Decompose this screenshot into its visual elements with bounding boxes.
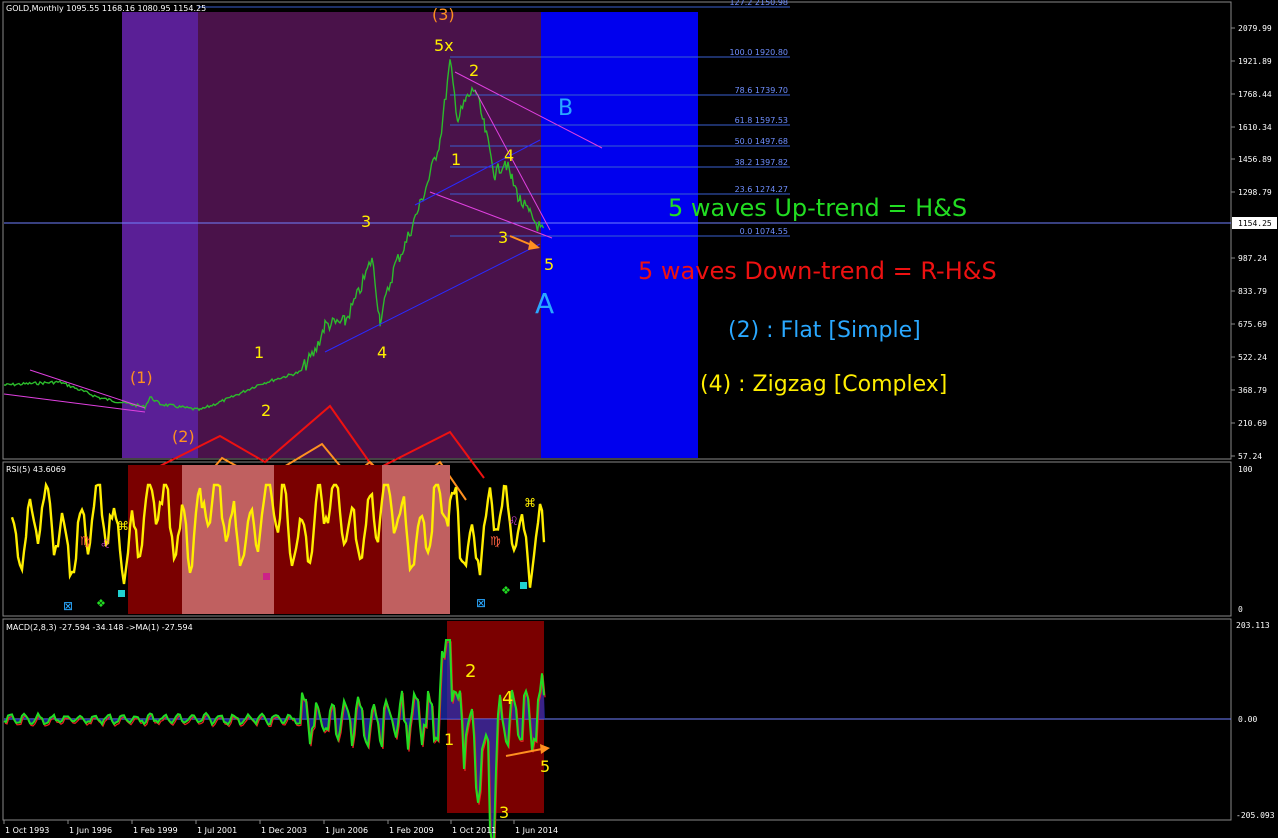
- time-tick-label: 1 Jun 2006: [325, 826, 368, 835]
- price-tick-label: 1456.89: [1238, 155, 1272, 164]
- wave-label-2-paren: (2): [172, 427, 195, 446]
- price-tick-label: 1768.44: [1238, 90, 1272, 99]
- macd-wave-4: 4: [502, 688, 513, 709]
- cyan-square-1: [118, 590, 125, 597]
- wave-label-B: B: [558, 96, 573, 121]
- time-axis: 1 Oct 1993 1 Jun 1996 1 Feb 1999 1 Jul 2001…: [3, 820, 558, 835]
- wave-label-A: A: [535, 287, 554, 320]
- cmd-symbol-2: ⌘: [524, 496, 536, 510]
- price-tick-label: 522.24: [1238, 353, 1267, 362]
- price-tick-label: 675.69: [1238, 320, 1267, 329]
- fib-label: 38.2 1397.82: [735, 158, 788, 167]
- current-price-label: 1154.25: [1238, 219, 1272, 228]
- time-tick-label: 1 Jun 1996: [69, 826, 112, 835]
- macd-wave-3: 3: [499, 803, 509, 822]
- wave-label-4: 4: [377, 343, 387, 362]
- leo-symbol-1: ♌: [100, 537, 111, 551]
- price-tick-label: 1921.89: [1238, 57, 1272, 66]
- price-tick-label: 833.79: [1238, 287, 1267, 296]
- price-axis: 2079.99 1921.89 1768.44 1610.34 1456.89 1298.…: [1231, 24, 1272, 461]
- chart-window: 127.2 2150.98 100.0 1920.80 78.6 1739.70 61…: [2, 0, 1277, 838]
- wave-label-3-paren: (3): [432, 5, 455, 24]
- zone-purple: [122, 12, 198, 458]
- time-tick-label: 1 Oct 1993: [5, 826, 49, 835]
- macd-scale-max: 203.113: [1236, 621, 1270, 630]
- price-tick-label: 2079.99: [1238, 24, 1272, 33]
- macd-scale-min: -205.093: [1236, 811, 1275, 820]
- time-tick-label: 1 Feb 2009: [389, 826, 434, 835]
- time-tick-label: 1 Feb 1999: [133, 826, 178, 835]
- down-wave-label-3: 3: [498, 228, 508, 247]
- fib-label: 127.2 2150.98: [729, 0, 788, 7]
- fib-label: 0.0 1074.55: [740, 227, 788, 236]
- fib-label: 78.6 1739.70: [735, 86, 788, 95]
- down-wave-label-2: 2: [469, 61, 479, 80]
- price-tick-label: 987.24: [1238, 254, 1267, 263]
- annotation-up-trend: 5 waves Up-trend = H&S: [668, 194, 967, 222]
- wave-label-1-paren: (1): [130, 368, 153, 387]
- price-tick-label: 1610.34: [1238, 123, 1272, 132]
- price-tick-label: 368.79: [1238, 386, 1267, 395]
- cmd-symbol-1: ⌘: [117, 519, 129, 533]
- rsi-header: RSI(5) 43.6069: [6, 465, 66, 474]
- time-tick-label: 1 Jul 2001: [197, 826, 237, 835]
- wave-label-3: 3: [361, 212, 371, 231]
- macd-wave-1: 1: [444, 730, 454, 749]
- wave-label-2: 2: [261, 401, 271, 420]
- box-symbol-2: ⊠: [476, 596, 486, 610]
- fib-label: 23.6 1274.27: [735, 185, 788, 194]
- down-wave-label-4: 4: [504, 146, 514, 165]
- zone-blue: [541, 12, 698, 458]
- annotation-zigzag: (4) : Zigzag [Complex]: [700, 372, 947, 397]
- main-header: GOLD,Monthly 1095.55 1168.16 1080.95 115…: [6, 4, 206, 13]
- wave-label-1: 1: [254, 343, 264, 362]
- down-wave-label-1: 1: [451, 150, 461, 169]
- price-tick-label: 1298.79: [1238, 188, 1272, 197]
- wave-label-5x: 5x: [434, 36, 454, 55]
- fib-label: 61.8 1597.53: [735, 116, 788, 125]
- fib-label: 100.0 1920.80: [729, 48, 788, 57]
- flower-symbol-1: ❖: [96, 597, 106, 610]
- fib-label: 50.0 1497.68: [735, 137, 788, 146]
- leo-symbol-2: ♌: [508, 514, 519, 528]
- annotation-down-trend: 5 waves Down-trend = R-H&S: [638, 257, 997, 285]
- annotation-flat: (2) : Flat [Simple]: [728, 318, 921, 343]
- flower-symbol-2: ❖: [501, 584, 511, 597]
- zone-dark-purple: [198, 12, 541, 458]
- rsi-scale-max: 100: [1238, 465, 1253, 474]
- time-tick-label: 1 Jun 2014: [515, 826, 558, 835]
- virgo-symbol-2: ♍: [490, 534, 501, 548]
- price-tick-label: 57.24: [1238, 452, 1262, 461]
- macd-scale-zero: 0.00: [1238, 715, 1257, 724]
- macd-wave-5: 5: [540, 757, 550, 776]
- rsi-scale-min: 0: [1238, 605, 1243, 614]
- magenta-square: [263, 573, 270, 580]
- virgo-symbol-1: ♍: [80, 534, 91, 548]
- price-tick-label: 210.69: [1238, 419, 1267, 428]
- down-wave-label-5: 5: [544, 255, 554, 274]
- time-tick-label: 1 Oct 2011: [452, 826, 496, 835]
- time-tick-label: 1 Dec 2003: [261, 826, 307, 835]
- box-symbol-1: ⊠: [63, 599, 73, 613]
- cyan-square-2: [520, 582, 527, 589]
- macd-header: MACD(2,8,3) -27.594 -34.148 ->MA(1) -27.…: [6, 623, 193, 632]
- macd-wave-2: 2: [465, 661, 476, 682]
